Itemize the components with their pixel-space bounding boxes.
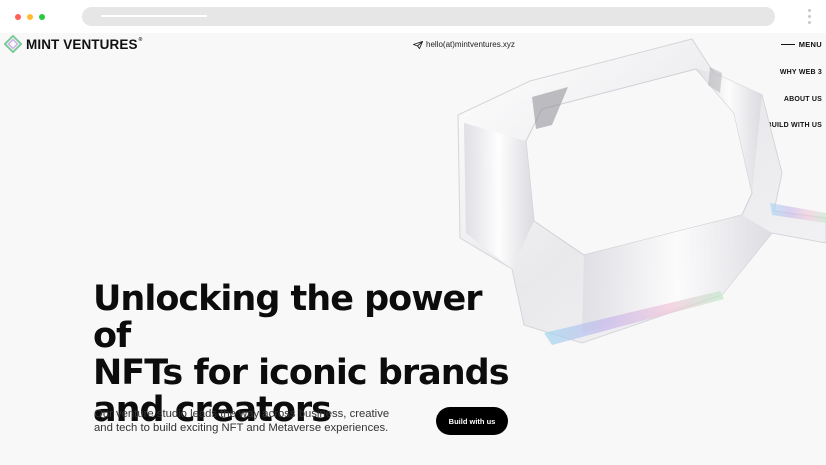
maximize-window-dot[interactable] bbox=[39, 14, 45, 20]
page: MINT VENTURES® hello(at)mintventures.xyz… bbox=[0, 33, 826, 465]
hero-subtext: Our venture studio leads the way across … bbox=[94, 408, 390, 434]
minimize-window-dot[interactable] bbox=[27, 14, 33, 20]
build-with-us-button[interactable]: Build with us bbox=[436, 407, 508, 435]
address-bar[interactable] bbox=[82, 7, 775, 26]
close-window-dot[interactable] bbox=[15, 14, 21, 20]
site-logo[interactable]: MINT VENTURES® bbox=[4, 35, 142, 53]
mint-logo-icon bbox=[4, 35, 22, 53]
headline-line-1: Unlocking the power of bbox=[93, 279, 483, 356]
paper-plane-icon bbox=[413, 40, 423, 49]
logo-text: MINT VENTURES® bbox=[26, 36, 143, 52]
browser-chrome bbox=[0, 0, 826, 33]
browser-menu-icon[interactable] bbox=[808, 9, 812, 25]
headline-line-2: NFTs for iconic brands bbox=[93, 353, 510, 393]
address-bar-text-placeholder bbox=[101, 15, 207, 17]
